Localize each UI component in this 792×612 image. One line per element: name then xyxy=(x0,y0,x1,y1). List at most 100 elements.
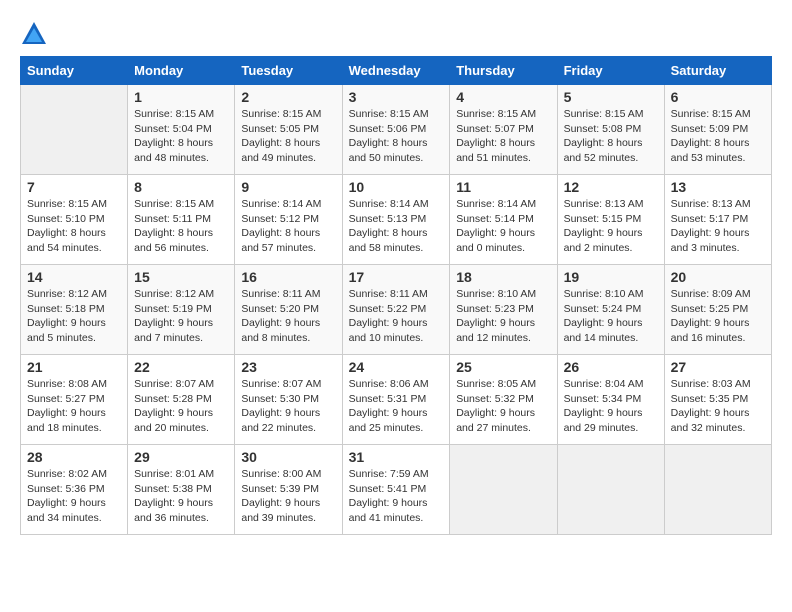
week-row-5: 28 Sunrise: 8:02 AMSunset: 5:36 PMDayligh… xyxy=(21,445,772,535)
calendar-cell: 26 Sunrise: 8:04 AMSunset: 5:34 PMDayligh… xyxy=(557,355,664,445)
day-number: 11 xyxy=(456,179,550,195)
day-number: 16 xyxy=(241,269,335,285)
calendar-cell: 15 Sunrise: 8:12 AMSunset: 5:19 PMDayligh… xyxy=(128,265,235,355)
day-number: 20 xyxy=(671,269,765,285)
calendar-cell: 17 Sunrise: 8:11 AMSunset: 5:22 PMDayligh… xyxy=(342,265,450,355)
day-number: 1 xyxy=(134,89,228,105)
day-info: Sunrise: 8:14 AMSunset: 5:13 PMDaylight:… xyxy=(349,197,444,256)
day-info: Sunrise: 8:13 AMSunset: 5:15 PMDaylight:… xyxy=(564,197,658,256)
calendar-cell xyxy=(21,85,128,175)
calendar-cell: 28 Sunrise: 8:02 AMSunset: 5:36 PMDayligh… xyxy=(21,445,128,535)
calendar-cell: 3 Sunrise: 8:15 AMSunset: 5:06 PMDaylight… xyxy=(342,85,450,175)
calendar-cell: 8 Sunrise: 8:15 AMSunset: 5:11 PMDaylight… xyxy=(128,175,235,265)
day-number: 6 xyxy=(671,89,765,105)
day-number: 3 xyxy=(349,89,444,105)
weekday-header-monday: Monday xyxy=(128,57,235,85)
weekday-header-wednesday: Wednesday xyxy=(342,57,450,85)
day-number: 2 xyxy=(241,89,335,105)
day-info: Sunrise: 8:00 AMSunset: 5:39 PMDaylight:… xyxy=(241,467,335,526)
calendar-cell xyxy=(664,445,771,535)
day-number: 17 xyxy=(349,269,444,285)
calendar-cell: 23 Sunrise: 8:07 AMSunset: 5:30 PMDayligh… xyxy=(235,355,342,445)
day-number: 22 xyxy=(134,359,228,375)
day-info: Sunrise: 8:09 AMSunset: 5:25 PMDaylight:… xyxy=(671,287,765,346)
day-number: 21 xyxy=(27,359,121,375)
day-number: 12 xyxy=(564,179,658,195)
day-number: 19 xyxy=(564,269,658,285)
week-row-3: 14 Sunrise: 8:12 AMSunset: 5:18 PMDayligh… xyxy=(21,265,772,355)
day-number: 10 xyxy=(349,179,444,195)
calendar-cell: 6 Sunrise: 8:15 AMSunset: 5:09 PMDaylight… xyxy=(664,85,771,175)
calendar-cell: 14 Sunrise: 8:12 AMSunset: 5:18 PMDayligh… xyxy=(21,265,128,355)
weekday-header-sunday: Sunday xyxy=(21,57,128,85)
page-header xyxy=(20,20,772,48)
day-number: 28 xyxy=(27,449,121,465)
day-info: Sunrise: 8:01 AMSunset: 5:38 PMDaylight:… xyxy=(134,467,228,526)
day-number: 26 xyxy=(564,359,658,375)
day-info: Sunrise: 8:14 AMSunset: 5:12 PMDaylight:… xyxy=(241,197,335,256)
day-number: 30 xyxy=(241,449,335,465)
day-number: 31 xyxy=(349,449,444,465)
weekday-header-row: SundayMondayTuesdayWednesdayThursdayFrid… xyxy=(21,57,772,85)
day-info: Sunrise: 8:13 AMSunset: 5:17 PMDaylight:… xyxy=(671,197,765,256)
day-number: 14 xyxy=(27,269,121,285)
day-number: 9 xyxy=(241,179,335,195)
day-number: 8 xyxy=(134,179,228,195)
calendar-cell: 1 Sunrise: 8:15 AMSunset: 5:04 PMDaylight… xyxy=(128,85,235,175)
calendar-cell: 16 Sunrise: 8:11 AMSunset: 5:20 PMDayligh… xyxy=(235,265,342,355)
calendar-cell: 30 Sunrise: 8:00 AMSunset: 5:39 PMDayligh… xyxy=(235,445,342,535)
calendar-cell: 24 Sunrise: 8:06 AMSunset: 5:31 PMDayligh… xyxy=(342,355,450,445)
day-info: Sunrise: 8:15 AMSunset: 5:10 PMDaylight:… xyxy=(27,197,121,256)
calendar-cell: 22Sunrise: 8:07 AMSunset: 5:28 PMDayligh… xyxy=(128,355,235,445)
day-info: Sunrise: 8:12 AMSunset: 5:18 PMDaylight:… xyxy=(27,287,121,346)
calendar-cell: 7Sunrise: 8:15 AMSunset: 5:10 PMDaylight… xyxy=(21,175,128,265)
day-number: 25 xyxy=(456,359,550,375)
weekday-header-friday: Friday xyxy=(557,57,664,85)
day-info: Sunrise: 8:11 AMSunset: 5:20 PMDaylight:… xyxy=(241,287,335,346)
day-info: Sunrise: 8:15 AMSunset: 5:08 PMDaylight:… xyxy=(564,107,658,166)
day-info: Sunrise: 8:15 AMSunset: 5:11 PMDaylight:… xyxy=(134,197,228,256)
calendar-cell: 9 Sunrise: 8:14 AMSunset: 5:12 PMDaylight… xyxy=(235,175,342,265)
day-info: Sunrise: 8:15 AMSunset: 5:06 PMDaylight:… xyxy=(349,107,444,166)
calendar-cell: 13Sunrise: 8:13 AMSunset: 5:17 PMDayligh… xyxy=(664,175,771,265)
calendar-cell: 4 Sunrise: 8:15 AMSunset: 5:07 PMDaylight… xyxy=(450,85,557,175)
day-info: Sunrise: 8:10 AMSunset: 5:24 PMDaylight:… xyxy=(564,287,658,346)
calendar-cell: 11 Sunrise: 8:14 AMSunset: 5:14 PMDayligh… xyxy=(450,175,557,265)
calendar-cell: 25 Sunrise: 8:05 AMSunset: 5:32 PMDayligh… xyxy=(450,355,557,445)
day-number: 29 xyxy=(134,449,228,465)
calendar-cell: 19 Sunrise: 8:10 AMSunset: 5:24 PMDayligh… xyxy=(557,265,664,355)
weekday-header-tuesday: Tuesday xyxy=(235,57,342,85)
day-number: 15 xyxy=(134,269,228,285)
calendar-cell xyxy=(450,445,557,535)
day-number: 23 xyxy=(241,359,335,375)
week-row-4: 21 Sunrise: 8:08 AMSunset: 5:27 PMDayligh… xyxy=(21,355,772,445)
day-info: Sunrise: 8:12 AMSunset: 5:19 PMDaylight:… xyxy=(134,287,228,346)
day-info: Sunrise: 8:15 AMSunset: 5:09 PMDaylight:… xyxy=(671,107,765,166)
calendar-cell: 21 Sunrise: 8:08 AMSunset: 5:27 PMDayligh… xyxy=(21,355,128,445)
calendar-cell: 31 Sunrise: 7:59 AMSunset: 5:41 PMDayligh… xyxy=(342,445,450,535)
day-info: Sunrise: 8:03 AMSunset: 5:35 PMDaylight:… xyxy=(671,377,765,436)
day-info: Sunrise: 8:15 AMSunset: 5:04 PMDaylight:… xyxy=(134,107,228,166)
week-row-2: 7Sunrise: 8:15 AMSunset: 5:10 PMDaylight… xyxy=(21,175,772,265)
calendar-cell: 10 Sunrise: 8:14 AMSunset: 5:13 PMDayligh… xyxy=(342,175,450,265)
day-info: Sunrise: 8:11 AMSunset: 5:22 PMDaylight:… xyxy=(349,287,444,346)
logo xyxy=(20,20,50,48)
calendar-cell: 5 Sunrise: 8:15 AMSunset: 5:08 PMDaylight… xyxy=(557,85,664,175)
day-info: Sunrise: 8:05 AMSunset: 5:32 PMDaylight:… xyxy=(456,377,550,436)
weekday-header-saturday: Saturday xyxy=(664,57,771,85)
day-info: Sunrise: 8:06 AMSunset: 5:31 PMDaylight:… xyxy=(349,377,444,436)
day-number: 4 xyxy=(456,89,550,105)
calendar-cell xyxy=(557,445,664,535)
day-number: 5 xyxy=(564,89,658,105)
day-info: Sunrise: 8:07 AMSunset: 5:30 PMDaylight:… xyxy=(241,377,335,436)
day-info: Sunrise: 8:04 AMSunset: 5:34 PMDaylight:… xyxy=(564,377,658,436)
day-info: Sunrise: 7:59 AMSunset: 5:41 PMDaylight:… xyxy=(349,467,444,526)
day-info: Sunrise: 8:14 AMSunset: 5:14 PMDaylight:… xyxy=(456,197,550,256)
day-info: Sunrise: 8:10 AMSunset: 5:23 PMDaylight:… xyxy=(456,287,550,346)
day-info: Sunrise: 8:15 AMSunset: 5:07 PMDaylight:… xyxy=(456,107,550,166)
day-info: Sunrise: 8:08 AMSunset: 5:27 PMDaylight:… xyxy=(27,377,121,436)
calendar-table: SundayMondayTuesdayWednesdayThursdayFrid… xyxy=(20,56,772,535)
day-info: Sunrise: 8:02 AMSunset: 5:36 PMDaylight:… xyxy=(27,467,121,526)
day-number: 27 xyxy=(671,359,765,375)
day-number: 24 xyxy=(349,359,444,375)
